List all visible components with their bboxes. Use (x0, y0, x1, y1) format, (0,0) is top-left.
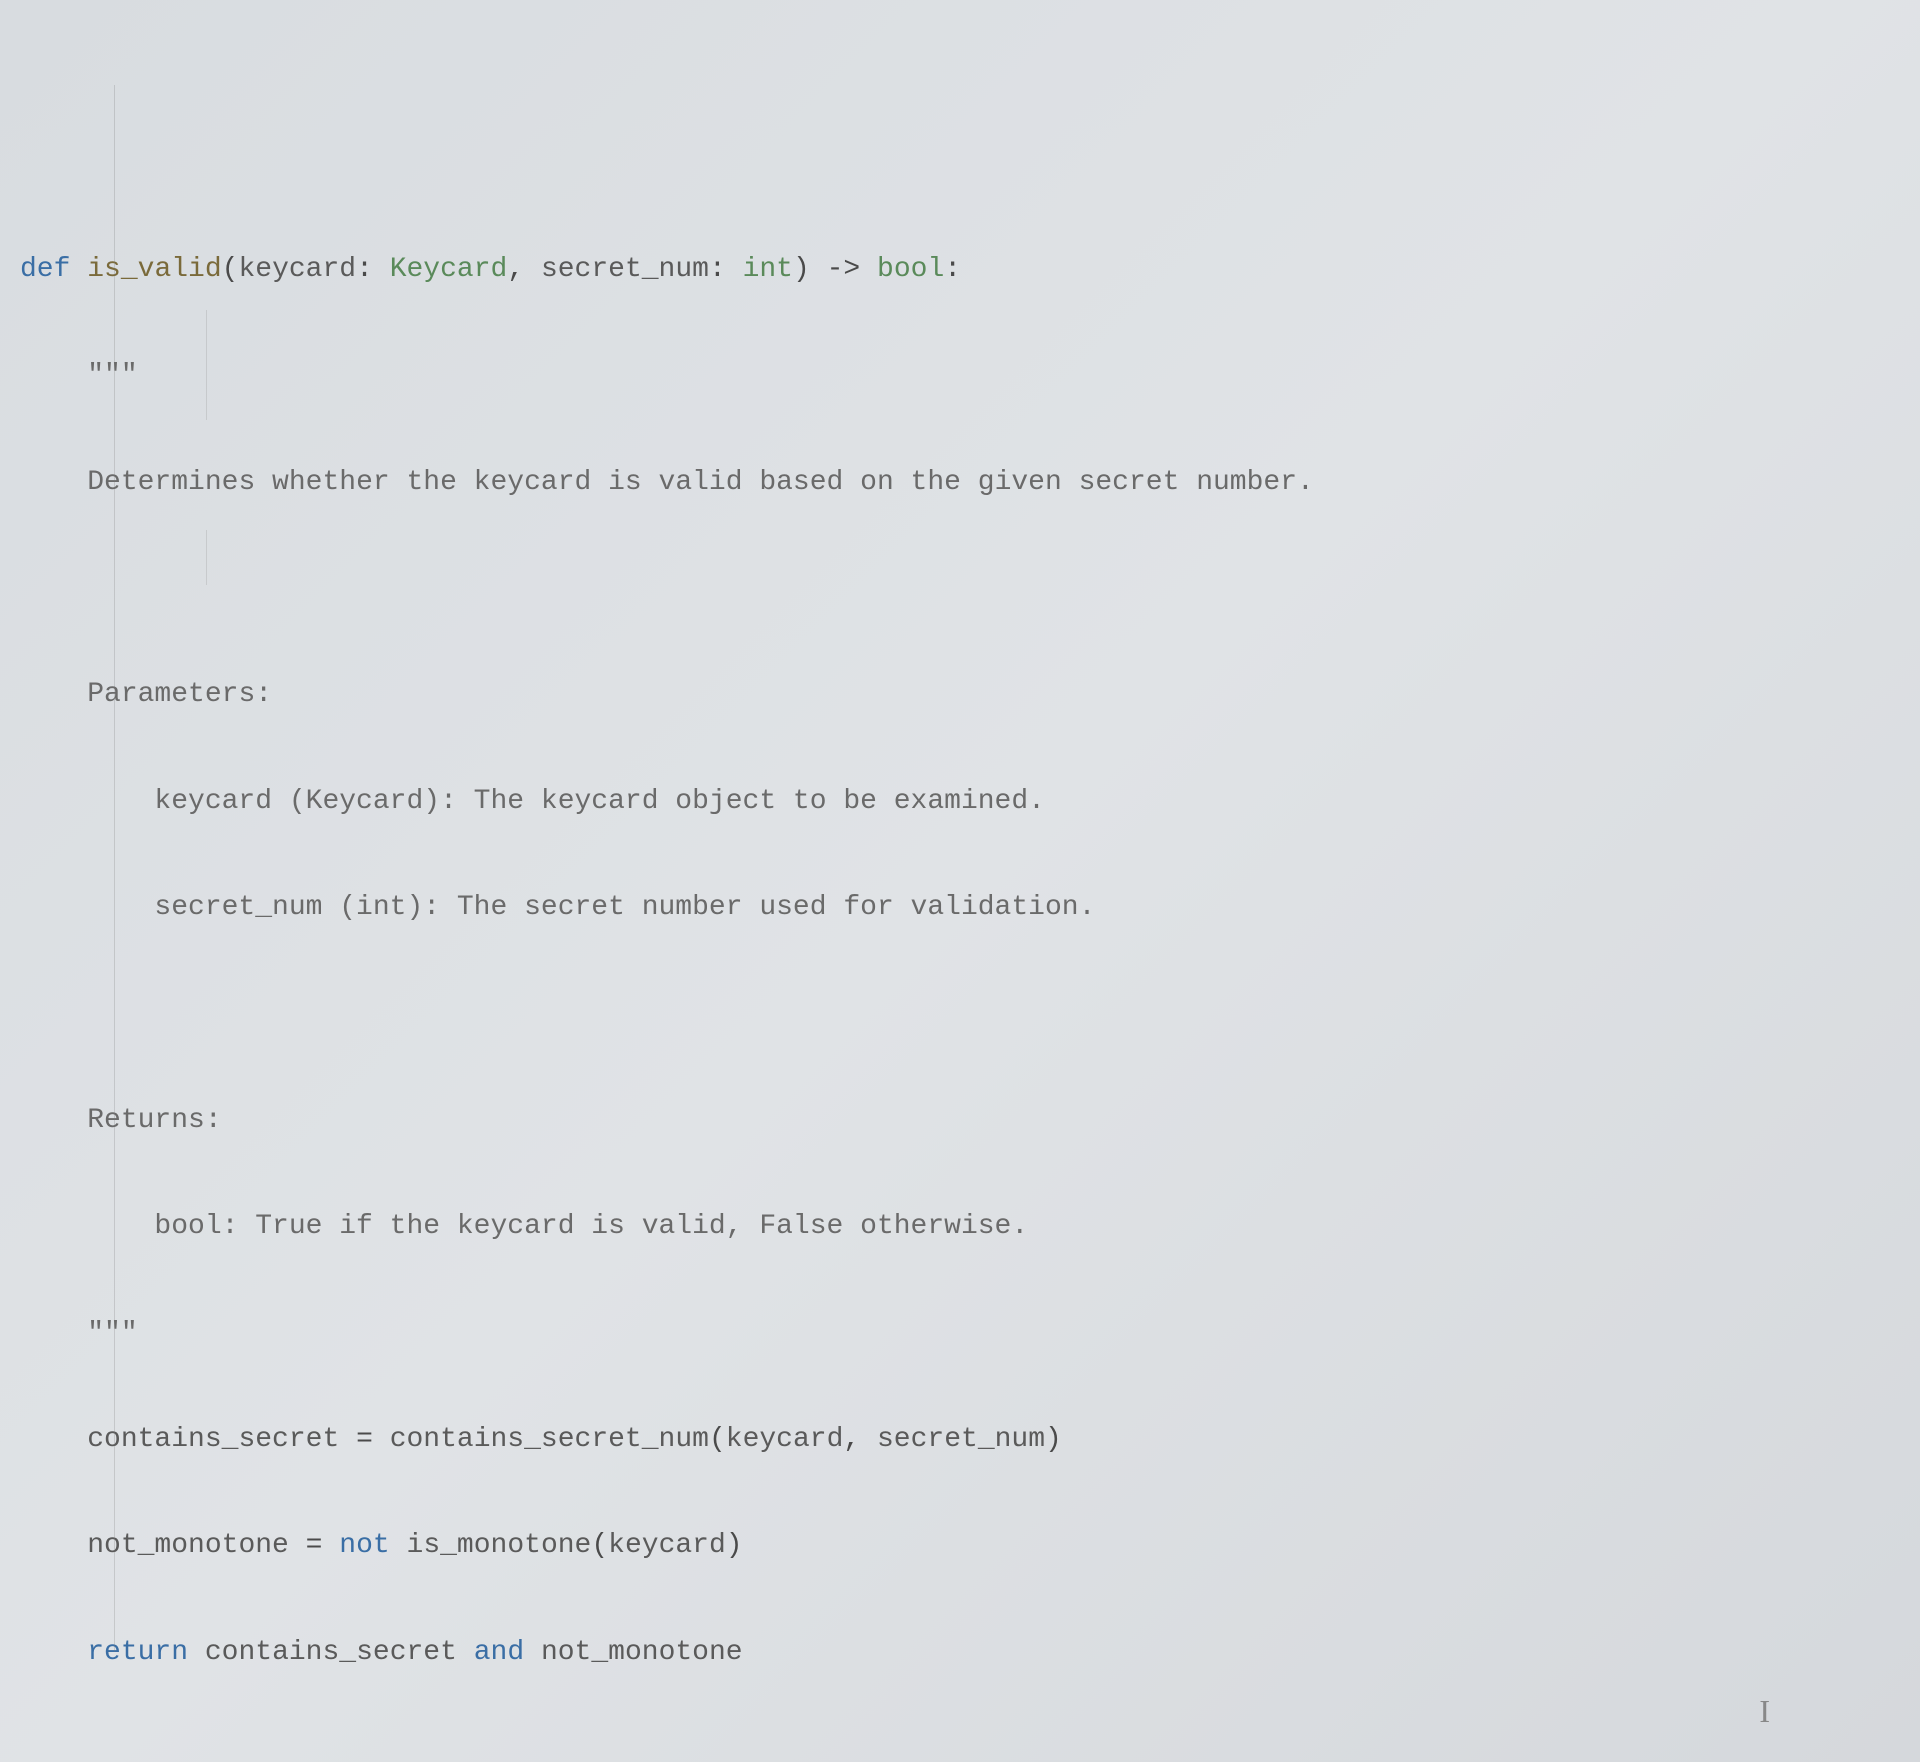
code-line[interactable] (20, 562, 1900, 615)
paren: ) (1045, 1424, 1062, 1455)
indent (20, 1530, 87, 1561)
paren: ( (591, 1530, 608, 1561)
indent (20, 1318, 87, 1349)
equals: = (339, 1424, 389, 1455)
space (457, 1637, 474, 1668)
space (524, 1637, 541, 1668)
type: int (743, 254, 793, 285)
docstring-text: bool: True if the keycard is valid, Fals… (154, 1211, 1028, 1242)
indent-guide (206, 310, 207, 420)
code-line[interactable]: Determines whether the keycard is valid … (20, 456, 1900, 509)
docstring-quote: """ (87, 360, 137, 391)
paren: ) (793, 254, 810, 285)
indent (20, 998, 87, 1029)
variable: contains_secret (87, 1424, 339, 1455)
param: keycard (238, 254, 356, 285)
colon: : (944, 254, 961, 285)
text-cursor-icon: I (1759, 1681, 1770, 1742)
colon: : (356, 254, 390, 285)
code-line[interactable]: keycard (Keycard): The keycard object to… (20, 775, 1900, 828)
argument: keycard (726, 1424, 844, 1455)
docstring-text: Returns: (87, 1105, 221, 1136)
argument: secret_num (877, 1424, 1045, 1455)
code-line[interactable]: """ (20, 1307, 1900, 1360)
return-type: bool (877, 254, 944, 285)
code-line[interactable]: def is_valid(keycard: Keycard, secret_nu… (20, 243, 1900, 296)
space (390, 1530, 407, 1561)
variable: not_monotone (87, 1530, 289, 1561)
code-line[interactable] (20, 987, 1900, 1040)
indent (20, 1211, 154, 1242)
keyword-def: def (20, 254, 70, 285)
function-name: is_valid (87, 254, 221, 285)
indent (20, 1105, 87, 1136)
paren: ( (222, 254, 239, 285)
docstring-quote: """ (87, 1318, 137, 1349)
code-line[interactable]: bool: True if the keycard is valid, Fals… (20, 1200, 1900, 1253)
colon: : (709, 254, 743, 285)
type: Keycard (390, 254, 508, 285)
code-line[interactable]: Returns: (20, 1094, 1900, 1147)
docstring-text: Determines whether the keycard is valid … (87, 467, 1314, 498)
comma: , (843, 1424, 877, 1455)
indent-guide (206, 530, 207, 585)
indent (20, 467, 87, 498)
indent (20, 892, 154, 923)
function-call: is_monotone (407, 1530, 592, 1561)
code-line[interactable]: not_monotone = not is_monotone(keycard) (20, 1519, 1900, 1572)
space (188, 1637, 205, 1668)
indent (20, 573, 87, 604)
argument: keycard (608, 1530, 726, 1561)
paren: ( (709, 1424, 726, 1455)
indent (20, 1424, 87, 1455)
function-call: contains_secret_num (390, 1424, 709, 1455)
variable: contains_secret (205, 1637, 457, 1668)
code-line[interactable]: contains_secret = contains_secret_num(ke… (20, 1413, 1900, 1466)
docstring-text: secret_num (int): The secret number used… (154, 892, 1095, 923)
arrow: -> (810, 254, 877, 285)
code-line[interactable]: secret_num (int): The secret number used… (20, 881, 1900, 934)
indent (20, 679, 87, 710)
code-line[interactable]: """ (20, 349, 1900, 402)
variable: not_monotone (541, 1637, 743, 1668)
equals: = (289, 1530, 339, 1561)
param: secret_num (541, 254, 709, 285)
indent-guide (114, 85, 115, 1652)
keyword-and: and (474, 1637, 524, 1668)
indent (20, 360, 87, 391)
code-line[interactable]: Parameters: (20, 668, 1900, 721)
code-line[interactable]: return contains_secret and not_monotone (20, 1626, 1900, 1679)
indent (20, 1637, 87, 1668)
comma: , (507, 254, 541, 285)
paren: ) (726, 1530, 743, 1561)
keyword-not: not (339, 1530, 389, 1561)
docstring-text: keycard (Keycard): The keycard object to… (154, 786, 1045, 817)
keyword-return: return (87, 1637, 188, 1668)
indent (20, 786, 154, 817)
code-editor[interactable]: def is_valid(keycard: Keycard, secret_nu… (20, 30, 1900, 1732)
